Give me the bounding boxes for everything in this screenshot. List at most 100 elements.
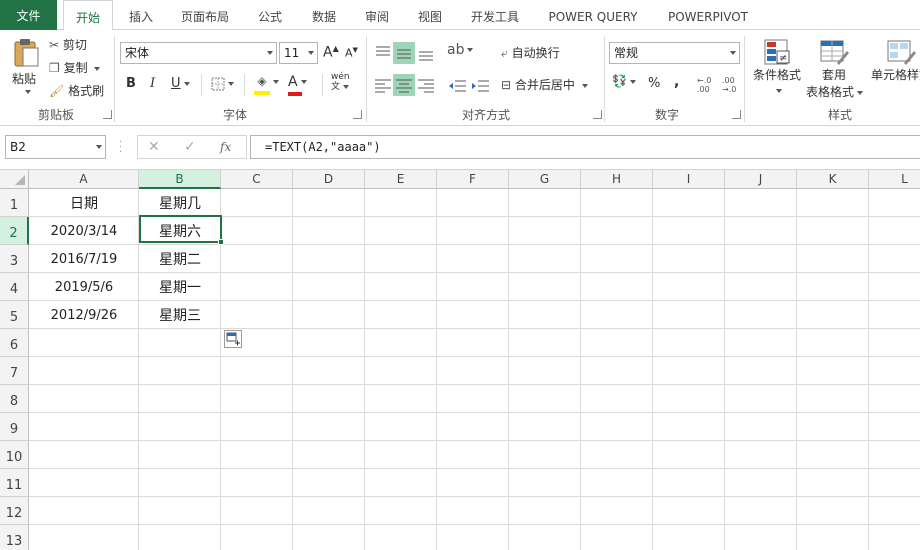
alignment-group-label: 对齐方式 (461, 108, 510, 122)
underline-label: U (171, 76, 181, 91)
row-header-10[interactable]: 10 (0, 441, 29, 469)
font-size-select[interactable]: 11 (279, 42, 318, 64)
cell-a1[interactable]: 日期 (29, 189, 139, 217)
phonetic-button[interactable]: wén 文 (331, 72, 350, 92)
cell-b3[interactable]: 星期二 (139, 245, 221, 273)
underline-button[interactable]: U (171, 76, 190, 91)
name-box[interactable]: B2 (5, 135, 106, 159)
align-left-button[interactable] (372, 74, 394, 96)
percent-button[interactable]: % (648, 76, 660, 91)
cell-b4[interactable]: 星期一 (139, 273, 221, 301)
decrease-font-button[interactable]: A▼ (345, 46, 358, 60)
accounting-format-button[interactable]: 💱 (612, 74, 636, 88)
borders-button[interactable] (211, 76, 234, 91)
decrease-decimal-button[interactable]: .00 →.0 (722, 76, 736, 94)
wrap-text-button[interactable]: ⤶ 自动换行 (501, 44, 560, 61)
tab-formulas[interactable]: 公式 (248, 0, 292, 30)
align-left-icon (375, 79, 391, 93)
decrease-indent-button[interactable] (446, 74, 468, 96)
alignment-launcher-icon[interactable] (593, 110, 602, 119)
align-right-button[interactable] (415, 74, 437, 96)
fill-color-button[interactable]: ◈ (254, 74, 279, 95)
svg-text:≠: ≠ (779, 53, 787, 64)
column-header-d[interactable]: D (293, 170, 365, 189)
row-header-11[interactable]: 11 (0, 469, 29, 497)
font-name-select[interactable]: 宋体 (120, 42, 277, 64)
increase-decimal-button[interactable]: ←.0.00 (697, 76, 711, 94)
column-header-k[interactable]: K (797, 170, 869, 189)
format-as-table-button[interactable]: 套用 表格格式 (806, 38, 864, 104)
tab-review[interactable]: 审阅 (355, 0, 399, 30)
formula-input[interactable]: =TEXT(A2,"aaaa") (250, 135, 920, 159)
conditional-format-button[interactable]: ≠ 条件格式 (750, 38, 804, 104)
column-header-h[interactable]: H (581, 170, 653, 189)
column-header-l[interactable]: L (869, 170, 920, 189)
row-gridline (29, 468, 920, 469)
bold-button[interactable]: B (126, 76, 136, 91)
italic-button[interactable]: I (150, 76, 155, 91)
cell-a5[interactable]: 2012/9/26 (29, 301, 139, 329)
align-center-button[interactable] (393, 74, 415, 96)
paste-button[interactable]: 粘贴 (8, 38, 44, 102)
insert-function-icon[interactable]: fx (220, 137, 231, 157)
column-header-j[interactable]: J (725, 170, 797, 189)
tab-data[interactable]: 数据 (302, 0, 346, 30)
quick-analysis-button[interactable] (224, 330, 242, 348)
cancel-icon[interactable]: ✕ (148, 137, 160, 157)
column-header-c[interactable]: C (221, 170, 293, 189)
cell-b5[interactable]: 星期三 (139, 301, 221, 329)
tab-page-layout[interactable]: 页面布局 (174, 0, 236, 30)
cell-b1[interactable]: 星期几 (139, 189, 221, 217)
row-header-4[interactable]: 4 (0, 273, 29, 301)
drag-handle-icon[interactable]: · · · (119, 138, 122, 158)
column-header-a[interactable]: A (29, 170, 139, 189)
fill-handle[interactable] (218, 239, 224, 245)
column-header-i[interactable]: I (653, 170, 725, 189)
orientation-button[interactable]: ab (447, 42, 474, 58)
row-header-13[interactable]: 13 (0, 525, 29, 550)
tab-file[interactable]: 文件 (0, 0, 57, 30)
merge-center-button[interactable]: ⊟ 合并后居中 (501, 76, 588, 93)
row-header-1[interactable]: 1 (0, 189, 29, 217)
tab-view[interactable]: 视图 (408, 0, 452, 30)
align-top-button[interactable] (372, 42, 394, 64)
font-launcher-icon[interactable] (353, 110, 362, 119)
number-format-select[interactable]: 常规 (609, 42, 740, 64)
row-header-6[interactable]: 6 (0, 329, 29, 357)
cell-a3[interactable]: 2016/7/19 (29, 245, 139, 273)
row-header-7[interactable]: 7 (0, 357, 29, 385)
column-header-f[interactable]: F (437, 170, 509, 189)
cut-button[interactable]: ✂ 剪切 (49, 36, 87, 53)
align-bottom-button[interactable] (415, 42, 437, 64)
table-format-icon (820, 40, 849, 65)
row-header-9[interactable]: 9 (0, 413, 29, 441)
format-painter-button[interactable]: 🖌 格式刷 (49, 82, 104, 99)
increase-indent-button[interactable] (469, 74, 491, 96)
cell-a2[interactable]: 2020/3/14 (29, 217, 139, 245)
row-header-3[interactable]: 3 (0, 245, 29, 273)
row-header-8[interactable]: 8 (0, 385, 29, 413)
comma-style-button[interactable]: , (674, 74, 679, 90)
number-format-value: 常规 (614, 46, 639, 60)
row-header-2[interactable]: 2 (0, 217, 29, 245)
tab-power-query[interactable]: POWER QUERY (542, 0, 644, 30)
increase-font-button[interactable]: A▲ (323, 44, 339, 61)
select-all-button[interactable] (0, 170, 29, 189)
tab-insert[interactable]: 插入 (119, 0, 163, 30)
column-header-g[interactable]: G (509, 170, 581, 189)
align-middle-button[interactable] (393, 42, 415, 64)
copy-button[interactable]: ❐ 复制 (49, 59, 101, 76)
cell-styles-button[interactable]: 单元格样式 (866, 38, 920, 104)
font-color-button[interactable]: A (288, 74, 307, 96)
column-header-b[interactable]: B (139, 170, 221, 189)
tab-home[interactable]: 开始 (63, 0, 113, 31)
number-launcher-icon[interactable] (732, 110, 741, 119)
row-header-12[interactable]: 12 (0, 497, 29, 525)
tab-developer[interactable]: 开发工具 (463, 0, 527, 30)
cell-a4[interactable]: 2019/5/6 (29, 273, 139, 301)
tab-powerpivot[interactable]: POWERPIVOT (658, 0, 758, 30)
clipboard-launcher-icon[interactable] (103, 110, 112, 119)
row-header-5[interactable]: 5 (0, 301, 29, 329)
column-header-e[interactable]: E (365, 170, 437, 189)
enter-icon[interactable]: ✓ (184, 137, 196, 157)
